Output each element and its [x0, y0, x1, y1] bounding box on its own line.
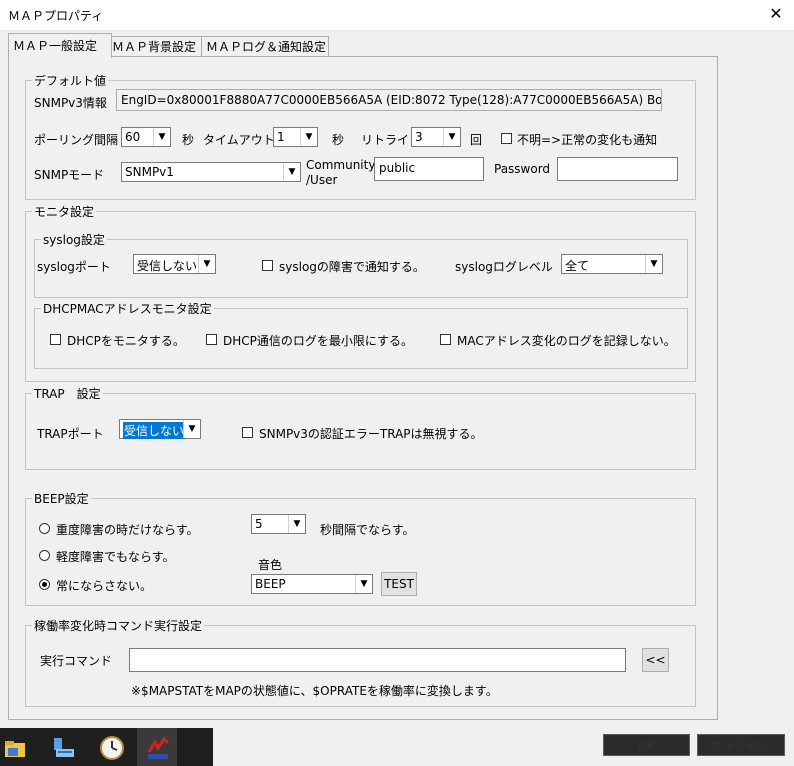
chevron-down-icon: ▼ [183, 420, 200, 438]
beep-minor-radio[interactable] [39, 550, 50, 561]
syslog-notify-label: syslogの障害で通知する。 [279, 260, 425, 274]
clock-icon[interactable] [98, 734, 126, 762]
tab-general[interactable]: ＭＡＰ一般設定 [8, 33, 112, 58]
timeout-unit: 秒 [332, 133, 345, 147]
unknown-notify-checkbox[interactable] [501, 133, 512, 144]
tab-background[interactable]: ＭＡＰ背景設定 [107, 36, 207, 57]
chevron-down-icon: ▼ [288, 515, 305, 533]
twinsdog-icon[interactable] [144, 734, 172, 762]
exec-command-label: 実行コマンド [40, 654, 113, 668]
snmpv3-label: SNMPv3情報 [34, 96, 107, 110]
dhcp-monitor-checkbox[interactable] [50, 334, 61, 345]
beep-severe-radio[interactable] [39, 523, 50, 534]
chevron-down-icon: ▼ [300, 128, 317, 146]
exec-command-input[interactable] [129, 648, 626, 672]
beep-interval-value: 5 [255, 517, 263, 531]
trap-port-label: TRAPポート [37, 427, 104, 441]
timeout-value: 1 [277, 130, 285, 144]
syslog-port-select[interactable]: 受信しない ▼ [133, 254, 216, 274]
community-label-line2: /User [306, 173, 338, 187]
close-icon[interactable]: ✕ [766, 4, 786, 24]
beep-legend: BEEP設定 [32, 490, 91, 507]
syslog-port-value: 受信しない [137, 259, 198, 273]
trap-ignore-label: SNMPv3の認証エラーTRAPは無視する。 [259, 427, 483, 441]
dhcp-log-checkbox[interactable] [206, 334, 217, 345]
beep-sound-value: BEEP [255, 577, 286, 591]
unknown-notify-label: 不明=>正常の変化も通知 [517, 133, 658, 147]
chevron-down-icon: ▼ [153, 128, 170, 146]
syslog-level-label: syslogログレベル [455, 260, 553, 274]
polling-select[interactable]: 60 ▼ [121, 127, 171, 147]
title-bar: ＭＡＰプロパティ ✕ [0, 0, 794, 31]
chevron-down-icon: ▼ [198, 255, 215, 273]
folder-icon[interactable] [2, 734, 30, 762]
beep-minor-label: 軽度障害でもならす。 [56, 550, 175, 564]
chevron-down-icon: ▼ [443, 128, 460, 146]
cancel-button[interactable]: キャンセル [697, 734, 785, 756]
dhcp-log-label: DHCP通信のログを最小限にする。 [223, 334, 414, 348]
trap-port-select[interactable]: 受信しない ▼ [119, 419, 201, 439]
tab-log-notify[interactable]: ＭＡＰログ＆通知設定 [201, 36, 329, 57]
retry-select[interactable]: 3 ▼ [411, 127, 461, 147]
chevron-down-icon: ▼ [355, 575, 372, 593]
window-title: ＭＡＰプロパティ [8, 9, 104, 23]
syslog-level-select[interactable]: 全て ▼ [561, 254, 663, 274]
snmpmode-select[interactable]: SNMPv1 ▼ [121, 162, 301, 182]
trap-ignore-checkbox[interactable] [242, 427, 253, 438]
polling-label: ポーリング間隔 [34, 133, 119, 147]
beep-never-label: 常にならさない。 [56, 579, 153, 593]
snmpv3-info-field: EngID=0x80001F8880A77C0000EB566A5A (EID:… [116, 89, 662, 111]
chevron-down-icon: ▼ [283, 163, 300, 181]
mac-log-checkbox[interactable] [440, 334, 451, 345]
ok-button[interactable]: OK [603, 734, 690, 756]
syslog-level-value: 全て [565, 259, 590, 273]
chevron-down-icon: ▼ [645, 255, 662, 273]
taskbar [0, 728, 213, 766]
test-button[interactable]: TEST [381, 572, 417, 596]
polling-unit: 秒 [182, 133, 195, 147]
retry-label: リトライ [361, 133, 410, 147]
dhcp-legend: DHCPMACアドレスモニタ設定 [41, 300, 214, 317]
trap-legend: TRAP 設定 [32, 385, 103, 402]
retry-unit: 回 [470, 133, 483, 147]
command-note: ※$MAPSTATをMAPの状態値に、$OPRATEを稼働率に変換します。 [131, 684, 498, 698]
retry-value: 3 [415, 130, 423, 144]
timeout-select[interactable]: 1 ▼ [273, 127, 318, 147]
password-label: Password [494, 162, 551, 176]
browse-button[interactable]: << [642, 648, 669, 672]
trap-port-value: 受信しない [123, 422, 186, 439]
default-legend: デフォルト値 [32, 72, 109, 89]
community-input[interactable]: public [374, 157, 484, 181]
snmpmode-label: SNMPモード [34, 168, 105, 182]
beep-interval-label: 秒間隔でならす。 [320, 523, 415, 537]
syslog-legend: syslog設定 [41, 231, 107, 248]
beep-interval-select[interactable]: 5 ▼ [251, 514, 306, 534]
snmpv3-info-value: EngID=0x80001F8880A77C0000EB566A5A (EID:… [121, 93, 662, 107]
command-legend: 稼働率変化時コマンド実行設定 [32, 617, 205, 634]
community-value: public [379, 161, 416, 175]
beep-sound-label: 音色 [258, 558, 283, 572]
beep-severe-label: 重度障害の時だけならす。 [56, 523, 199, 537]
syslog-port-label: syslogポート [37, 260, 111, 274]
dhcp-monitor-label: DHCPをモニタする。 [67, 334, 185, 348]
server-icon[interactable] [50, 734, 78, 762]
timeout-label: タイムアウト [203, 133, 275, 147]
community-label-line1: Community [306, 158, 376, 172]
polling-value: 60 [125, 130, 141, 144]
beep-sound-select[interactable]: BEEP ▼ [251, 574, 373, 594]
snmpmode-value: SNMPv1 [125, 165, 174, 179]
mac-log-label: MACアドレス変化のログを記録しない。 [457, 334, 676, 348]
syslog-notify-checkbox[interactable] [262, 260, 273, 271]
password-input[interactable] [557, 157, 678, 181]
beep-never-radio[interactable] [39, 579, 50, 590]
monitor-legend: モニタ設定 [32, 203, 97, 220]
